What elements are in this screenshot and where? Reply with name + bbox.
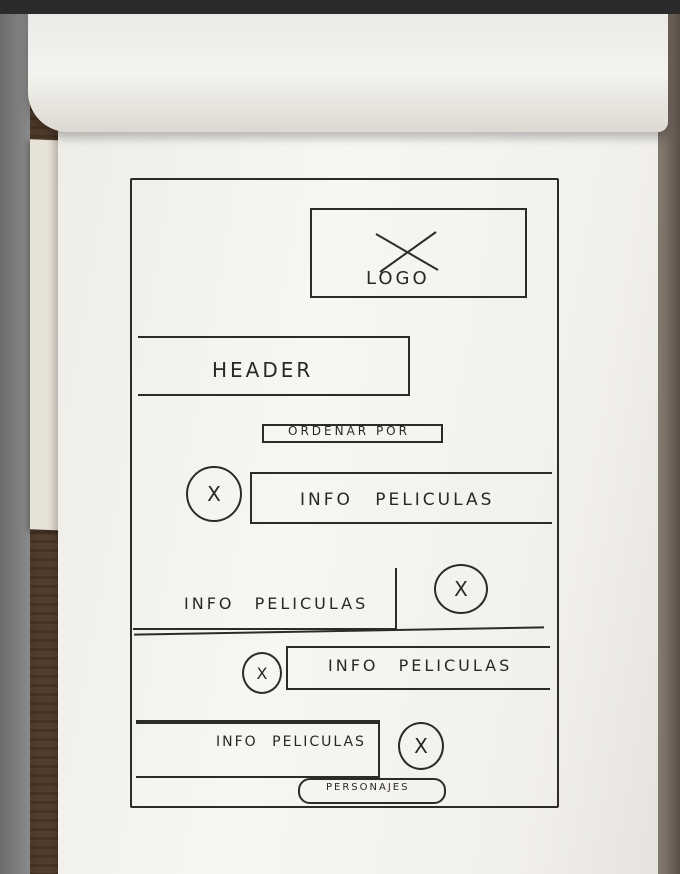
movie-info-label-3: INFO PELICULAS (328, 656, 513, 675)
movie-thumbnail-3[interactable]: X (242, 652, 282, 694)
characters-button-label: PERSONAJES (326, 782, 410, 793)
top-border (0, 0, 680, 14)
movie-info-label-2: INFO PELICULAS (184, 594, 369, 613)
header-label: HEADER (212, 358, 314, 382)
movie-thumbnail-2[interactable]: X (434, 564, 488, 614)
curled-page (28, 0, 668, 132)
movie-info-label-1: INFO PELICULAS (300, 490, 495, 510)
movie-info-label-4: INFO PELICULAS (216, 734, 366, 750)
left-edge-shadow (0, 0, 30, 874)
sort-button-label: ORDENAR POR (288, 424, 410, 438)
movie-thumbnail-4[interactable]: X (398, 722, 444, 770)
logo-label: LOGO (366, 268, 430, 289)
movie-thumbnail-1[interactable]: X (186, 466, 242, 522)
divider (395, 568, 397, 612)
